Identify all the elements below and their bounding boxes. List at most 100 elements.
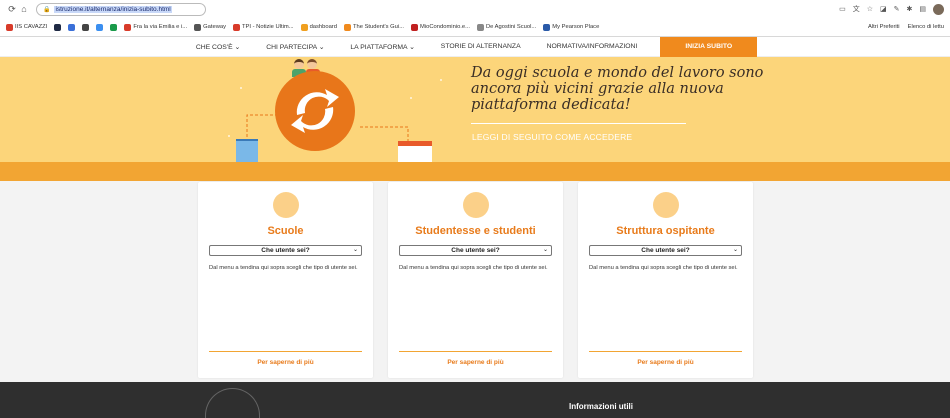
hero-banner: Da oggi scuola e mondo del lavoro sono a… xyxy=(0,57,950,162)
card-title: Scuole xyxy=(267,225,304,237)
profile-avatar[interactable] xyxy=(933,3,944,15)
select-value: Che utente sei? xyxy=(641,247,690,254)
bookmark-label: dashboard xyxy=(309,24,337,30)
user-type-cards: Scuole Che utente sei? ⌄ Dal menu a tendina… xyxy=(198,182,753,378)
footer: Informazioni utili xyxy=(0,382,950,418)
inizia-subito-button[interactable]: INIZIA SUBITO xyxy=(660,36,758,57)
site-navigation: CHE COS'È ⌄ CHI PARTECIPA ⌄ LA PIATTAFORMA… xyxy=(0,36,950,57)
bookmark-item[interactable]: The Student's Gui... xyxy=(343,23,405,31)
bookmark-favicon-icon xyxy=(543,23,551,31)
bookmark-favicon-icon xyxy=(476,23,484,31)
card-description: Dal menu a tendina qui sopra scegli che … xyxy=(209,265,358,271)
bookmark-item[interactable]: Fra la via Emilia e i... xyxy=(124,23,188,31)
bookmark-favicon-icon xyxy=(233,23,241,31)
bookmark-favicon-icon xyxy=(300,23,308,31)
republic-emblem xyxy=(205,388,260,418)
nav-item[interactable]: LA PIATTAFORMA ⌄ xyxy=(337,43,427,51)
bookmark-item[interactable] xyxy=(110,23,118,31)
bookmark-label: The Student's Gui... xyxy=(352,24,405,30)
learn-more-link[interactable]: Per saperne di più xyxy=(388,359,563,366)
browser-tools: ▭ 文 ☆ ◪ ✎ ✱ ▤ xyxy=(839,3,944,15)
bookmark-folder[interactable]: Altri Preferiti xyxy=(868,24,900,30)
address-bar[interactable]: 🔒 istruzione.it/alternanza/inizia-subito… xyxy=(36,2,206,16)
card-divider xyxy=(399,351,552,352)
chevron-down-icon: ⌄ xyxy=(732,247,738,253)
nav-item[interactable]: NORMATIVA/INFORMAZIONI xyxy=(534,43,651,50)
sparkle xyxy=(240,87,242,89)
learn-more-link[interactable]: Per saperne di più xyxy=(578,359,753,366)
user-card: Scuole Che utente sei? ⌄ Dal menu a tendina… xyxy=(198,182,373,378)
bookmark-favicon-icon xyxy=(124,23,132,31)
reader-icon[interactable]: ▭ xyxy=(839,5,846,13)
bookmark-label: MioCondominio.e... xyxy=(420,24,470,30)
home-icon[interactable]: ⌂ xyxy=(18,4,30,14)
card-title: Studentesse e studenti xyxy=(415,225,536,237)
url-text: istruzione.it/alternanza/inizia-subito.h… xyxy=(54,5,172,13)
bookmark-label: My Pearson Place xyxy=(552,24,600,30)
chevron-down-icon: ⌄ xyxy=(542,247,548,253)
bookmark-favicon-icon xyxy=(343,23,351,31)
lock-icon: 🔒 xyxy=(43,6,51,13)
bookmark-label: IIS CAVAZZI xyxy=(15,24,48,30)
bookmark-favicon-icon xyxy=(68,23,76,31)
bookmark-favicon-icon xyxy=(54,23,62,31)
building-icon xyxy=(652,192,679,218)
hero-tagline: Da oggi scuola e mondo del lavoro sono a… xyxy=(471,65,764,113)
bookmark-favicon-icon xyxy=(96,23,104,31)
user-type-select[interactable]: Che utente sei? ⌄ xyxy=(209,245,362,256)
bookmark-favicon-icon xyxy=(6,23,13,31)
office-building-icon xyxy=(236,139,258,162)
bookmark-favicon-icon xyxy=(110,23,118,31)
bookmark-item[interactable] xyxy=(96,23,104,31)
browser-toolbar: ⟳ ⌂ 🔒 istruzione.it/alternanza/inizia-su… xyxy=(0,0,950,18)
select-value: Che utente sei? xyxy=(451,247,500,254)
bookmark-item[interactable] xyxy=(54,23,62,31)
user-card: Struttura ospitante Che utente sei? ⌄ Dal m… xyxy=(578,182,753,378)
card-description: Dal menu a tendina qui sopra scegli che … xyxy=(589,265,738,271)
bookmark-item[interactable]: MioCondominio.e... xyxy=(411,23,470,31)
nav-item[interactable]: CHI PARTECIPA ⌄ xyxy=(253,43,337,51)
hero-divider xyxy=(471,123,686,124)
extension-icon[interactable]: ◪ xyxy=(880,5,887,13)
bookmark-item[interactable]: De Agostini Scuol... xyxy=(476,23,537,31)
bookmarks-bar: IIS CAVAZZI Fra la via Emilia e i... Gatew… xyxy=(0,18,950,36)
sparkle xyxy=(228,135,230,137)
bookmark-label: TPI - Notizie Ultim... xyxy=(242,24,294,30)
bookmark-item[interactable]: IIS CAVAZZI xyxy=(6,23,48,31)
puzzle-icon[interactable]: ✱ xyxy=(907,5,913,13)
bookmark-item[interactable] xyxy=(68,23,76,31)
learn-more-link[interactable]: Per saperne di più xyxy=(198,359,373,366)
bookmark-label: Fra la via Emilia e i... xyxy=(133,24,188,30)
card-description: Dal menu a tendina qui sopra scegli che … xyxy=(399,265,548,271)
school-icon xyxy=(272,192,299,218)
school-building-icon xyxy=(398,141,432,162)
hero-readmore-link[interactable]: LEGGI DI SEGUITO COME ACCEDERE xyxy=(472,132,632,142)
nav-item[interactable]: STORIE DI ALTERNANZA xyxy=(428,43,534,50)
bookmark-label: Gateway xyxy=(203,24,227,30)
pen-icon[interactable]: ✎ xyxy=(894,5,900,13)
bookmark-folder[interactable]: Elenco di lettu xyxy=(908,24,944,30)
card-title: Struttura ospitante xyxy=(616,225,715,237)
card-divider xyxy=(209,351,362,352)
sidebar-icon[interactable]: ▤ xyxy=(919,5,926,13)
bookmark-favicon-icon xyxy=(411,23,419,31)
reload-icon[interactable]: ⟳ xyxy=(6,4,18,15)
user-type-select[interactable]: Che utente sei? ⌄ xyxy=(399,245,552,256)
bookmark-label: De Agostini Scuol... xyxy=(485,24,537,30)
translate-icon[interactable]: 文 xyxy=(853,4,860,14)
bookmark-favicon-icon xyxy=(82,23,90,31)
bookmark-item[interactable] xyxy=(82,23,90,31)
bookmark-item[interactable]: dashboard xyxy=(300,23,337,31)
bookmark-item[interactable]: My Pearson Place xyxy=(543,23,600,31)
orange-band xyxy=(0,162,950,181)
card-divider xyxy=(589,351,742,352)
students-icon xyxy=(462,192,489,218)
star-icon[interactable]: ☆ xyxy=(867,5,873,13)
sparkle xyxy=(410,97,412,99)
bookmark-item[interactable]: Gateway xyxy=(194,23,227,31)
browser-chrome: ⟳ ⌂ 🔒 istruzione.it/alternanza/inizia-su… xyxy=(0,0,950,37)
bookmark-item[interactable]: TPI - Notizie Ultim... xyxy=(233,23,294,31)
select-value: Che utente sei? xyxy=(261,247,310,254)
nav-item[interactable]: CHE COS'È ⌄ xyxy=(183,43,253,51)
user-type-select[interactable]: Che utente sei? ⌄ xyxy=(589,245,742,256)
